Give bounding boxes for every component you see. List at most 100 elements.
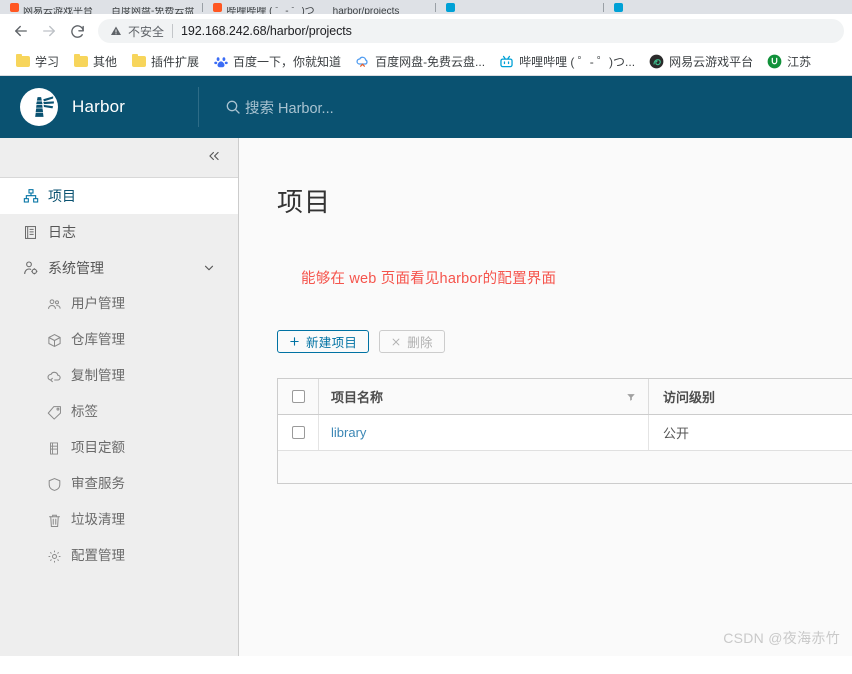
- list-document-icon: [22, 224, 39, 241]
- sidebar-item-label: 日志: [48, 224, 76, 240]
- sidebar-item-configuration[interactable]: 配置管理: [0, 538, 238, 574]
- cell-project-name: library: [318, 415, 648, 450]
- browser-toolbar: 不安全 192.168.242.68/harbor/projects: [0, 14, 852, 48]
- browser-tab[interactable]: harbor/projects: [323, 1, 408, 15]
- baidu-paw-icon: [213, 54, 228, 69]
- bookmark-item[interactable]: 网易云游戏平台: [642, 50, 760, 73]
- column-label: 项目名称: [331, 390, 384, 405]
- bookmarks-bar: 学习 其他 插件扩展 百度一下，你就知道 百度网盘-免费云盘... 哔哩哔哩 (…: [0, 48, 852, 76]
- cube-icon: [46, 332, 62, 348]
- sidebar-item-project-quotas[interactable]: 项目定额: [0, 430, 238, 466]
- bookmark-item[interactable]: 百度网盘-免费云盘...: [348, 50, 492, 73]
- bookmark-item[interactable]: 其他: [66, 50, 124, 73]
- project-link[interactable]: library: [331, 425, 366, 440]
- bookmark-label: 其他: [93, 55, 118, 69]
- harbor-lighthouse-icon: [20, 88, 58, 126]
- sidebar-item-label: 审查服务: [71, 476, 125, 492]
- beaker-icon: [46, 440, 62, 456]
- tag-icon: [46, 404, 62, 420]
- users-group-icon: [46, 296, 62, 312]
- user-settings-icon: [22, 260, 39, 277]
- tab-favicon: [10, 3, 19, 12]
- shield-icon: [46, 476, 62, 492]
- filter-icon[interactable]: [626, 392, 636, 402]
- bilibili-icon: [499, 54, 514, 69]
- sidebar-item-labels[interactable]: 标签: [0, 394, 238, 430]
- omnibox-divider: [172, 24, 174, 38]
- tab-title: 哔哩哔哩 ( ゜- ゜)つ: [226, 6, 315, 15]
- sidebar-item-user-management[interactable]: 用户管理: [0, 286, 238, 322]
- baidu-pan-icon: [355, 54, 370, 69]
- column-header-project-name[interactable]: 项目名称: [318, 379, 648, 414]
- table-footer: [278, 451, 852, 483]
- select-all-checkbox[interactable]: [291, 390, 305, 403]
- harbor-header: Harbor 搜索 Harbor...: [0, 76, 852, 138]
- browser-tabstrip: 网易云游戏平台 百度网盘-免费云盘 哔哩哔哩 ( ゜- ゜)つ harbor/p…: [0, 0, 852, 14]
- gear-icon: [46, 548, 62, 564]
- tab-title: harbor/projects: [332, 6, 400, 15]
- sidebar-item-projects[interactable]: 项目: [0, 178, 238, 214]
- bookmark-item[interactable]: 插件扩展: [124, 50, 206, 73]
- delete-button[interactable]: 删除: [379, 330, 445, 353]
- browser-tab[interactable]: 百度网盘-免费云盘: [101, 1, 202, 15]
- plus-icon: [289, 336, 300, 347]
- sidebar-item-logs[interactable]: 日志: [0, 214, 238, 250]
- column-header-access-level[interactable]: 访问级别: [648, 379, 852, 414]
- chevron-down-icon[interactable]: [202, 261, 216, 275]
- sidebar: 项目 日志 系统管理 用户管理 仓库管理 复制管理 标签 项目定额 审查服务 垃…: [0, 138, 239, 656]
- reload-button[interactable]: [64, 18, 90, 44]
- annotation-text: 能够在 web 页面看见harbor的配置界面: [301, 271, 557, 287]
- new-project-button[interactable]: 新建项目: [277, 330, 370, 353]
- warning-triangle-icon: [110, 25, 122, 37]
- tab-favicon: [446, 3, 456, 12]
- sidebar-item-replications[interactable]: 复制管理: [0, 358, 238, 394]
- tab-title: 百度网盘-免费云盘: [111, 6, 195, 15]
- sidebar-item-garbage-collection[interactable]: 垃圾清理: [0, 502, 238, 538]
- sidebar-item-label: 用户管理: [71, 296, 125, 312]
- harbor-search[interactable]: 搜索 Harbor...: [224, 97, 334, 118]
- browser-tab[interactable]: [604, 1, 631, 14]
- cloud-sync-icon: [46, 368, 62, 384]
- back-button[interactable]: [8, 18, 34, 44]
- sidebar-item-interrogation-services[interactable]: 审查服务: [0, 466, 238, 502]
- url-text: 192.168.242.68/harbor/projects: [181, 24, 352, 38]
- sidebar-item-registries[interactable]: 仓库管理: [0, 322, 238, 358]
- browser-tab[interactable]: 网易云游戏平台: [0, 1, 101, 14]
- select-all-checkbox-cell[interactable]: [278, 390, 318, 403]
- bookmark-item[interactable]: 哔哩哔哩 ( ゜- ゜)つ...: [492, 50, 642, 73]
- harbor-brand[interactable]: Harbor: [0, 88, 180, 126]
- harbor-brand-name: Harbor: [72, 97, 126, 116]
- browser-chrome: 网易云游戏平台 百度网盘-免费云盘 哔哩哔哩 ( ゜- ゜)つ harbor/p…: [0, 0, 852, 76]
- sidebar-item-label: 系统管理: [48, 260, 104, 276]
- sidebar-item-administration[interactable]: 系统管理: [0, 250, 238, 286]
- search-placeholder: 搜索 Harbor...: [245, 100, 334, 117]
- page-title: 项目: [277, 187, 332, 217]
- browser-tab[interactable]: [436, 1, 463, 14]
- sidebar-item-label: 仓库管理: [71, 332, 125, 348]
- x-icon: [391, 337, 401, 347]
- green-circle-icon: [767, 54, 782, 69]
- sidebar-item-label: 垃圾清理: [71, 512, 125, 528]
- table-row[interactable]: library 公开: [278, 415, 852, 451]
- sidebar-item-label: 项目定额: [71, 440, 125, 456]
- sidebar-nav: 项目 日志 系统管理 用户管理 仓库管理 复制管理 标签 项目定额 审查服务 垃…: [0, 178, 238, 574]
- browser-tab[interactable]: 哔哩哔哩 ( ゜- ゜)つ: [203, 1, 322, 14]
- header-divider: [198, 87, 199, 127]
- address-bar[interactable]: 不安全 192.168.242.68/harbor/projects: [98, 19, 844, 43]
- folder-icon: [131, 54, 146, 69]
- tab-favicon: [213, 3, 223, 12]
- sidebar-item-label: 标签: [71, 404, 98, 420]
- row-checkbox[interactable]: [291, 426, 305, 439]
- bookmark-item[interactable]: 江苏: [760, 50, 818, 73]
- double-chevron-left-icon[interactable]: [203, 146, 225, 169]
- sidebar-item-label: 项目: [48, 188, 76, 204]
- table-header-row: 项目名称 访问级别: [278, 379, 852, 415]
- row-checkbox-cell[interactable]: [278, 426, 318, 439]
- projects-table: 项目名称 访问级别 library 公开: [277, 378, 852, 484]
- new-project-label: 新建项目: [306, 336, 358, 350]
- bookmark-item[interactable]: 学习: [8, 50, 66, 73]
- forward-button[interactable]: [36, 18, 62, 44]
- delete-label: 删除: [407, 336, 433, 350]
- bookmark-label: 学习: [35, 55, 60, 69]
- bookmark-item[interactable]: 百度一下，你就知道: [206, 50, 348, 73]
